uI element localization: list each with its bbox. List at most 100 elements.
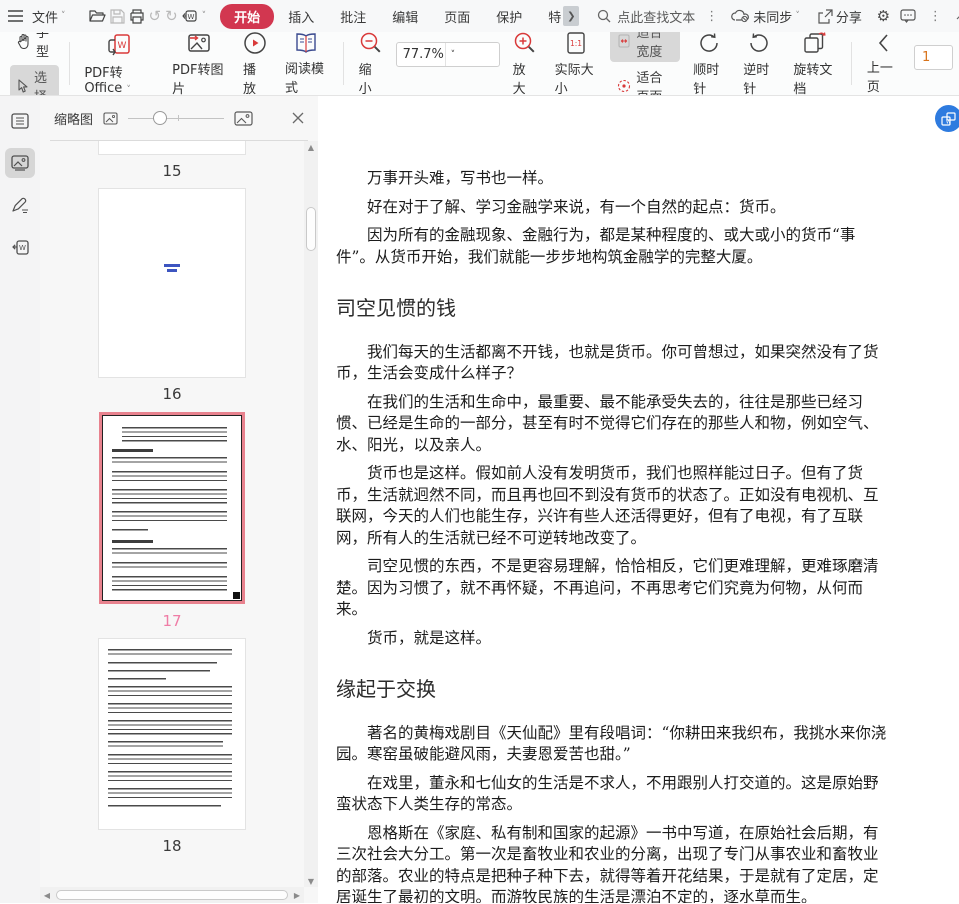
scroll-down-icon[interactable]: ▼ [304,875,318,887]
search-icon [597,9,611,23]
fit-page-button[interactable]: 适合页面 [610,65,680,95]
document-view[interactable]: 万事开头难，写书也一样。 好在对于了解、学习金融学来说，有一个自然的起点：货币。… [318,96,959,903]
fit-width-button[interactable]: 适合宽度 [610,32,681,62]
hand-tool-button[interactable]: 手型 [10,32,59,62]
convert-panel-button[interactable]: W [5,232,35,262]
fit-page-label: 适合页面 [636,71,663,95]
paragraph: 在戏里，董永和七仙女的生活是不求人，不用跟别人打交道的。这是原始野蛮状态下人类生… [336,773,879,814]
page-number-value: 1 [921,50,931,65]
share-label: 分享 [835,10,862,26]
chevron-down-icon[interactable]: ˅ [202,11,207,21]
zoom-in-button[interactable]: 放大 [504,32,546,95]
paragraph: 货币也是这样。假如前人没有发明货币，我们也照样能过日子。但有了货币，生活就迥然不… [336,464,879,547]
cloud-sync-icon [731,9,750,23]
play-label: 播放 [243,62,257,96]
tab-features[interactable]: 特 [536,3,561,30]
document-page: 万事开头难，写书也一样。 好在对于了解、学习金融学来说，有一个自然的起点：货币。… [318,96,959,903]
page-number-input[interactable]: 1 [913,45,953,70]
horizontal-scroll-thumb[interactable] [56,890,288,900]
rotate-clockwise-button[interactable]: 顺时针 [684,32,734,95]
thumbnail-size-slider[interactable] [128,111,225,125]
open-file-icon[interactable] [88,8,106,25]
thumbnail-panel-button[interactable] [5,148,35,178]
tab-insert[interactable]: 插入 [276,3,326,30]
doc-convert-icon: W [11,239,29,256]
thumbnail-label-16: 16 [162,385,182,403]
find-text[interactable]: 点此查找文本 ⋮ [597,7,722,26]
thumbnail-page-16[interactable] [99,189,245,377]
window-body: W 缩略图 15 16 17 18 ▲ ▼ ◀ ▶ 万事开头难，写书也一样。 好… [0,96,959,903]
vertical-scroll-thumb[interactable] [306,207,316,251]
select-tool-button[interactable]: 选择 [10,65,59,95]
rotate-counterclockwise-button[interactable]: 逆时针 [734,32,784,95]
paragraph: 好在对于了解、学习金融学来说，有一个自然的起点：货币。 [367,197,786,216]
zoom-in-label: 放大 [512,62,526,96]
scroll-right-icon[interactable]: ▶ [290,891,304,900]
close-panel-icon[interactable] [292,112,304,124]
scroll-up-icon[interactable]: ▲ [304,141,318,153]
redo-icon[interactable]: ↻ [165,7,178,25]
thumbnail-label-17: 17 [162,612,182,630]
file-menu[interactable]: 文件 ˅ [27,4,71,29]
fit-width-label: 适合宽度 [636,32,663,60]
save-icon[interactable] [109,8,125,25]
outline-panel-button[interactable] [5,106,35,136]
rotate-document-button[interactable]: 旋转文档 [784,32,845,95]
panel-vertical-scrollbar[interactable]: ▲ ▼ [304,141,318,887]
find-more-icon[interactable]: ⋮ [701,9,722,24]
share-button[interactable]: 分享 [813,4,867,29]
tab-edit[interactable]: 编辑 [380,3,430,30]
sync-status[interactable]: 未同步 ˅ [726,4,805,29]
slider-knob[interactable] [152,111,167,125]
hand-icon [17,33,31,49]
divider [342,42,344,85]
fit-page-icon [617,79,631,93]
paragraph: 货币，就是这样。 [367,628,492,647]
pen-icon [11,197,29,213]
tab-page[interactable]: 页面 [432,3,482,30]
pdf-to-office-icon: W [106,32,132,58]
paragraph: 万事开头难，写书也一样。 [367,169,554,187]
tab-overflow-button[interactable]: ❯ [563,6,580,26]
actual-size-button[interactable]: 1:1 实际大小 [546,32,607,95]
sync-label: 未同步 [753,10,793,26]
pdf-to-image-button[interactable]: PDF转图片 [163,32,234,95]
pdf-to-office-label: PDF转Office [84,65,123,96]
reading-mode-button[interactable]: 阅读模式 [276,32,337,95]
undo-icon[interactable]: ↺ [149,7,162,25]
zoom-out-button[interactable]: 缩小 [350,32,392,95]
previous-page-button[interactable]: 上一页 [858,32,908,95]
thumbnail-page-15[interactable] [99,141,245,154]
clockwise-icon [697,32,721,55]
collapse-toolbar-icon[interactable] [954,8,959,25]
panel-title: 缩略图 [54,112,94,128]
tab-comment[interactable]: 批注 [328,3,378,30]
floating-convert-button[interactable]: W [935,105,959,132]
panel-horizontal-scrollbar[interactable]: ◀ ▶ [40,887,304,903]
settings-gear-icon[interactable]: ⚙ [875,7,892,25]
cursor-arrow-icon [17,79,29,93]
ribbon-tabs: 开始 插入 批注 编辑 页面 保护 特 ❯ [220,3,580,30]
chevron-down-icon[interactable]: ˅ [444,43,493,66]
more-options-icon[interactable]: ⋮ [925,9,946,24]
zoom-level-value: 77.7% [402,47,444,62]
hamburger-menu-icon[interactable] [8,8,23,25]
thumbnail-page-17-selected[interactable] [99,412,245,604]
play-icon [243,32,267,55]
print-icon[interactable] [129,8,145,25]
export-doc-icon[interactable]: W [181,8,198,25]
tab-protect[interactable]: 保护 [484,3,534,30]
pdf-to-image-label: PDF转图片 [172,62,224,96]
zoom-level-combo[interactable]: 77.7% ˅ [392,32,504,95]
pdf-to-office-button[interactable]: W PDF转Office ˅ [75,32,163,95]
tab-home[interactable]: 开始 [220,3,275,29]
chapter-title-mark [164,264,180,273]
large-image-icon [234,110,253,126]
annotation-panel-button[interactable] [5,190,35,220]
feedback-comment-icon[interactable] [900,8,917,25]
thumbnail-page-18[interactable] [99,639,245,829]
paragraph: 司空见惯的东西，不是更容易理解，恰恰相反，它们更难理解，更难琢磨清楚。因为习惯了… [336,557,879,618]
play-button[interactable]: 播放 [234,32,276,95]
actual-size-label: 实际大小 [554,62,594,96]
scroll-left-icon[interactable]: ◀ [40,891,54,900]
